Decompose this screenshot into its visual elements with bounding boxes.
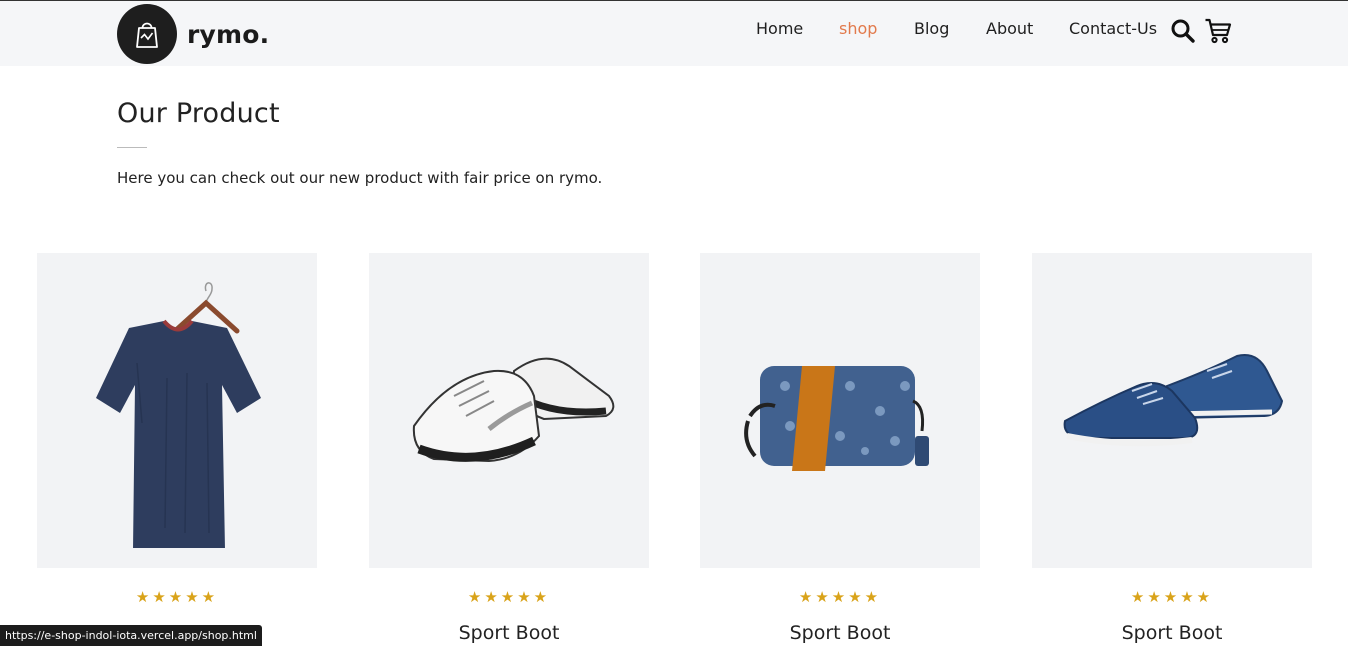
page-title: Our Product <box>117 98 280 129</box>
site-header: rymo. Home shop Blog About Contact-Us <box>0 1 1348 66</box>
main-nav: Home shop Blog About Contact-Us <box>0 18 1348 42</box>
nav-item-home[interactable]: Home <box>756 18 803 40</box>
product-card[interactable]: ★★★★★ Sport Boot <box>369 253 649 644</box>
rating-stars: ★★★★★ <box>467 588 551 606</box>
section-description: Here you can check out our new product w… <box>117 169 603 187</box>
product-image-sneakers[interactable] <box>369 253 649 568</box>
product-card[interactable]: ★★★★★ Sport Boot <box>37 253 317 644</box>
nav-item-blog[interactable]: Blog <box>914 18 949 40</box>
product-name[interactable]: Sport Boot <box>1032 622 1312 644</box>
nav-item-contact-us[interactable]: Contact-Us <box>1069 18 1157 40</box>
rating-stars: ★★★★★ <box>798 588 882 606</box>
cart-icon[interactable] <box>1204 18 1232 48</box>
product-image-blue-shoes[interactable] <box>1032 253 1312 568</box>
nav-item-shop[interactable]: shop <box>839 18 877 40</box>
product-image-tshirt[interactable] <box>37 253 317 568</box>
title-underline <box>117 147 147 148</box>
nav-item-about[interactable]: About <box>986 18 1033 40</box>
search-icon[interactable] <box>1170 18 1196 48</box>
product-name[interactable]: Sport Boot <box>369 622 649 644</box>
product-card[interactable]: ★★★★★ Sport Boot <box>1032 253 1312 644</box>
product-name[interactable]: Sport Boot <box>700 622 980 644</box>
product-card[interactable]: ★★★★★ Sport Boot <box>700 253 980 644</box>
rating-stars: ★★★★★ <box>1130 588 1214 606</box>
status-bar-url: https://e-shop-indol-iota.vercel.app/sho… <box>0 625 262 646</box>
rating-stars: ★★★★★ <box>135 588 219 606</box>
product-image-bag[interactable] <box>700 253 980 568</box>
